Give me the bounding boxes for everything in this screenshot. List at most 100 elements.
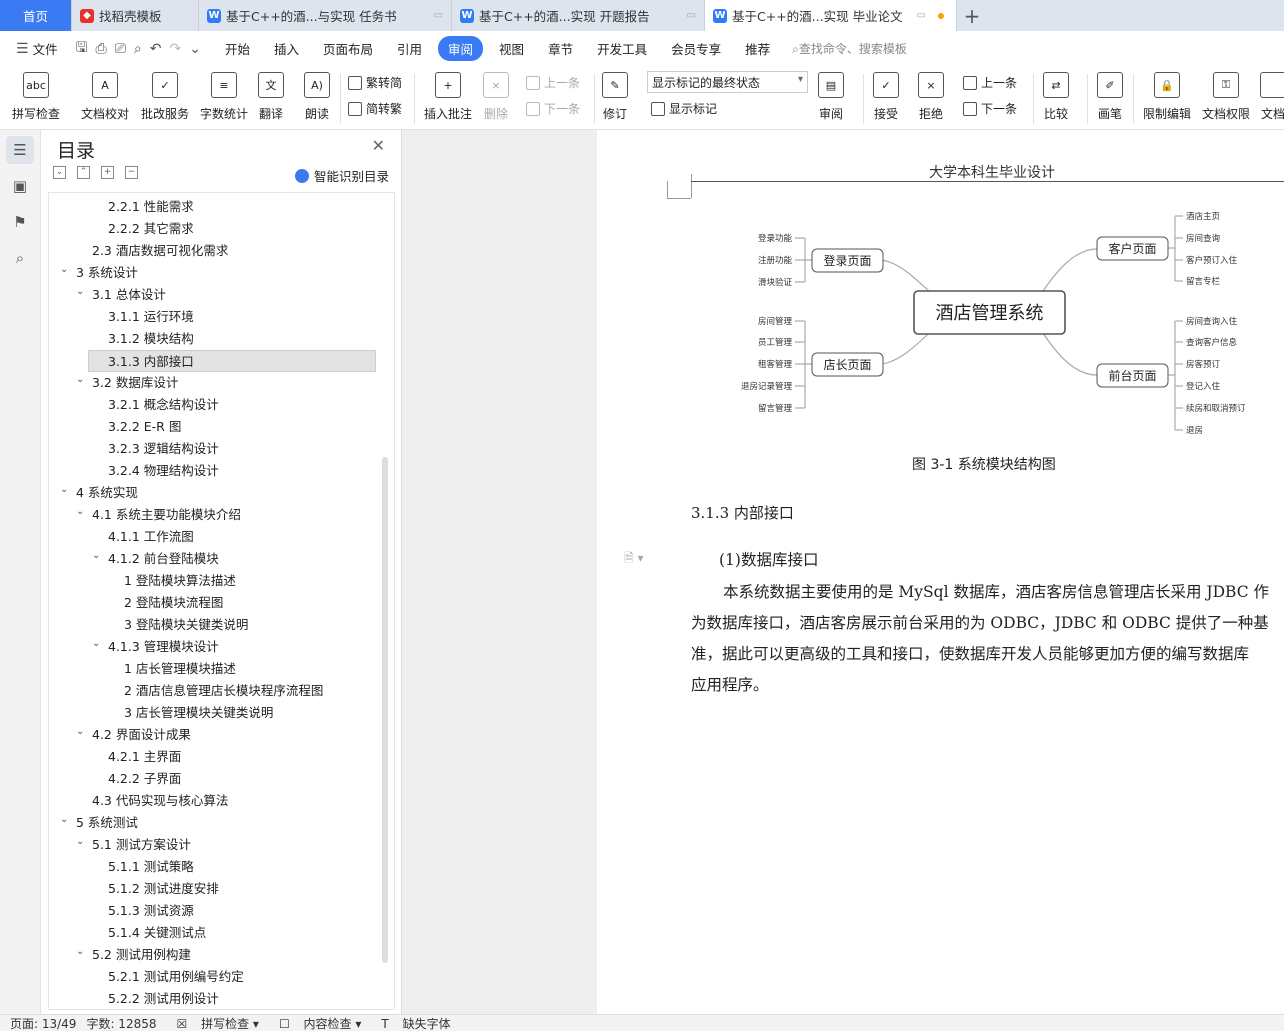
toc-item[interactable]: 3 登陆模块关键类说明 [124,614,248,636]
toc-item[interactable]: 4.1 系统主要功能模块介绍 [92,504,241,526]
toc-item[interactable]: 4.1.2 前台登陆模块 [108,548,219,570]
translate-button[interactable]: 文翻译 [258,72,284,122]
toc-item[interactable]: 4.1.3 管理模块设计 [108,636,219,658]
screen-icon[interactable]: ▭ [434,10,443,21]
preview-icon[interactable]: ⌕ [130,41,146,57]
toc-item[interactable]: 4.1.1 工作流图 [108,526,194,548]
toc-item[interactable]: 3.2.2 E-R 图 [108,416,181,438]
bookmark-icon[interactable]: ⚑ [6,208,34,236]
toc-pane-icon[interactable]: ☰ [6,136,34,164]
toc-expand-chevron-icon[interactable]: ⌄ [76,726,84,737]
export-icon[interactable]: ⎙ [92,41,111,57]
remove-level-icon[interactable]: − [125,166,138,179]
toc-item[interactable]: 2 酒店信息管理店长模块程序流程图 [124,680,323,702]
toc-item[interactable]: 5.1.3 测试资源 [108,900,194,922]
trad-to-simp-button[interactable]: 繁转简 [348,74,402,91]
insert-comment-button[interactable]: + 插入批注 [424,72,472,122]
search-pane-icon[interactable]: ⌕ [6,244,34,272]
toc-expand-chevron-icon[interactable]: ⌄ [60,484,68,495]
smart-toc-button[interactable]: 智能识别目录 [294,166,389,185]
review-pane-button[interactable]: ▤ 审阅 [818,72,844,122]
toc-item[interactable]: 4.2 界面设计成果 [92,724,191,746]
toc-expand-chevron-icon[interactable]: ⌄ [76,506,84,517]
toc-item[interactable]: 3.1.2 模块结构 [108,328,194,350]
toc-item[interactable]: 3.2.3 逻辑结构设计 [108,438,219,460]
accept-button[interactable]: ✓ 接受 [873,72,899,122]
prev-comment-button[interactable]: 上一条 [526,74,580,91]
tab-thesis[interactable]: W 基于C++的酒...实现 毕业论文 ▭ [705,0,957,31]
toc-item[interactable]: 2.2.2 其它需求 [108,218,194,240]
toc-item[interactable]: 3.1.3 内部接口 [88,350,376,372]
doc-proof-button[interactable]: A 文档校对 [81,72,129,122]
comment-marker-icon[interactable]: 🗎 ▾ [624,549,644,570]
toc-item[interactable]: 1 登陆模块算法描述 [124,570,236,592]
page-indicator[interactable]: 页面: 13/49 [10,1015,76,1032]
delete-comment-button[interactable]: × 删除 [483,72,509,122]
toc-expand-chevron-icon[interactable]: ⌄ [76,836,84,847]
read-aloud-button[interactable]: A) 朗读 [304,72,330,122]
restrict-edit-button[interactable]: 🔒 限制编辑 [1143,72,1191,122]
toc-item[interactable]: 3.2 数据库设计 [92,372,178,394]
prev-change-button[interactable]: 上一条 [963,74,1017,91]
screen-icon[interactable]: ▭ [687,10,696,21]
menu-insert[interactable]: 插入 [262,39,311,58]
menu-start[interactable]: 开始 [213,39,262,58]
toc-item[interactable]: 3 系统设计 [76,262,138,284]
toc-scrollbar[interactable] [382,457,388,963]
toc-item[interactable]: 2 登陆模块流程图 [124,592,223,614]
content-check-status[interactable]: ☐ 内容检查 ▾ [269,1015,361,1032]
toc-item[interactable]: 5.1.2 测试进度安排 [108,878,219,900]
chapter-pane-icon[interactable]: ▣ [6,172,34,200]
toc-item[interactable]: 4.3 代码实现与核心算法 [92,790,228,812]
toc-item[interactable]: 4.2.2 子界面 [108,768,181,790]
screen-icon[interactable]: ▭ [917,10,926,21]
next-change-button[interactable]: 下一条 [963,100,1017,117]
new-tab-button[interactable]: + [957,0,987,31]
collapse-all-icon[interactable]: ⌄ [53,166,66,179]
toc-item[interactable]: 5.2.2 测试用例设计 [108,988,219,1009]
toc-item[interactable]: 1 店长管理模块描述 [124,658,236,680]
toc-item[interactable]: 5.1.4 关键测试点 [108,922,206,944]
hamburger-icon[interactable]: ☰ [12,41,33,57]
menu-review[interactable]: 审阅 [438,36,484,61]
word-count-button[interactable]: ≡ 字数统计 [200,72,248,122]
close-icon[interactable]: ✕ [372,136,385,155]
file-menu[interactable]: 文件 [33,39,58,58]
redo-icon[interactable]: ↷ [166,41,186,57]
menu-devtools[interactable]: 开发工具 [585,39,659,58]
add-level-icon[interactable]: + [101,166,114,179]
toc-expand-chevron-icon[interactable]: ⌄ [76,286,84,297]
menu-recommend[interactable]: 推荐 [733,39,782,58]
menu-layout[interactable]: 页面布局 [311,39,385,58]
toc-item[interactable]: 5 系统测试 [76,812,138,834]
toc-item[interactable]: 4.2.1 主界面 [108,746,181,768]
toc-expand-chevron-icon[interactable]: ⌄ [76,374,84,385]
command-search[interactable]: ⌕查找命令、搜索模板 [792,40,907,57]
tab-docer[interactable]: ◆ 找稻壳模板 [72,0,199,31]
menu-member[interactable]: 会员专享 [659,39,733,58]
toc-item[interactable]: 3 店长管理模块关键类说明 [124,702,273,724]
toc-item[interactable]: 3.1 总体设计 [92,284,166,306]
missing-font-status[interactable]: T 缺失字体 [371,1015,450,1032]
toc-item[interactable]: 2.3 酒店数据可视化需求 [92,240,228,262]
save-icon[interactable]: 🖫 [72,37,92,61]
toc-item[interactable]: 5.2 测试用例构建 [92,944,191,966]
print-icon[interactable]: ⎚ [111,41,130,57]
toc-item[interactable]: 5.1 测试方案设计 [92,834,191,856]
compare-button[interactable]: ⇄ 比较 [1043,72,1069,122]
track-changes-button[interactable]: ✎ 修订 [602,72,628,122]
spell-check-button[interactable]: abc 拼写检查 [12,72,60,122]
simp-to-trad-button[interactable]: 简转繁 [348,100,402,117]
batch-service-button[interactable]: ✓ 批改服务 [141,72,189,122]
menu-reference[interactable]: 引用 [385,39,434,58]
doc-more-button[interactable]: 文档 [1260,72,1284,122]
word-count-indicator[interactable]: 字数: 12858 [86,1015,156,1032]
toc-item[interactable]: 2.2.1 性能需求 [108,196,194,218]
toc-expand-chevron-icon[interactable]: ⌄ [92,638,100,649]
toc-item[interactable]: 4 系统实现 [76,482,138,504]
toc-item[interactable]: 3.2.1 概念结构设计 [108,394,219,416]
toc-expand-chevron-icon[interactable]: ⌄ [60,264,68,275]
reject-button[interactable]: × 拒绝 [918,72,944,122]
toc-expand-chevron-icon[interactable]: ⌄ [60,814,68,825]
toc-expand-chevron-icon[interactable]: ⌄ [76,946,84,957]
